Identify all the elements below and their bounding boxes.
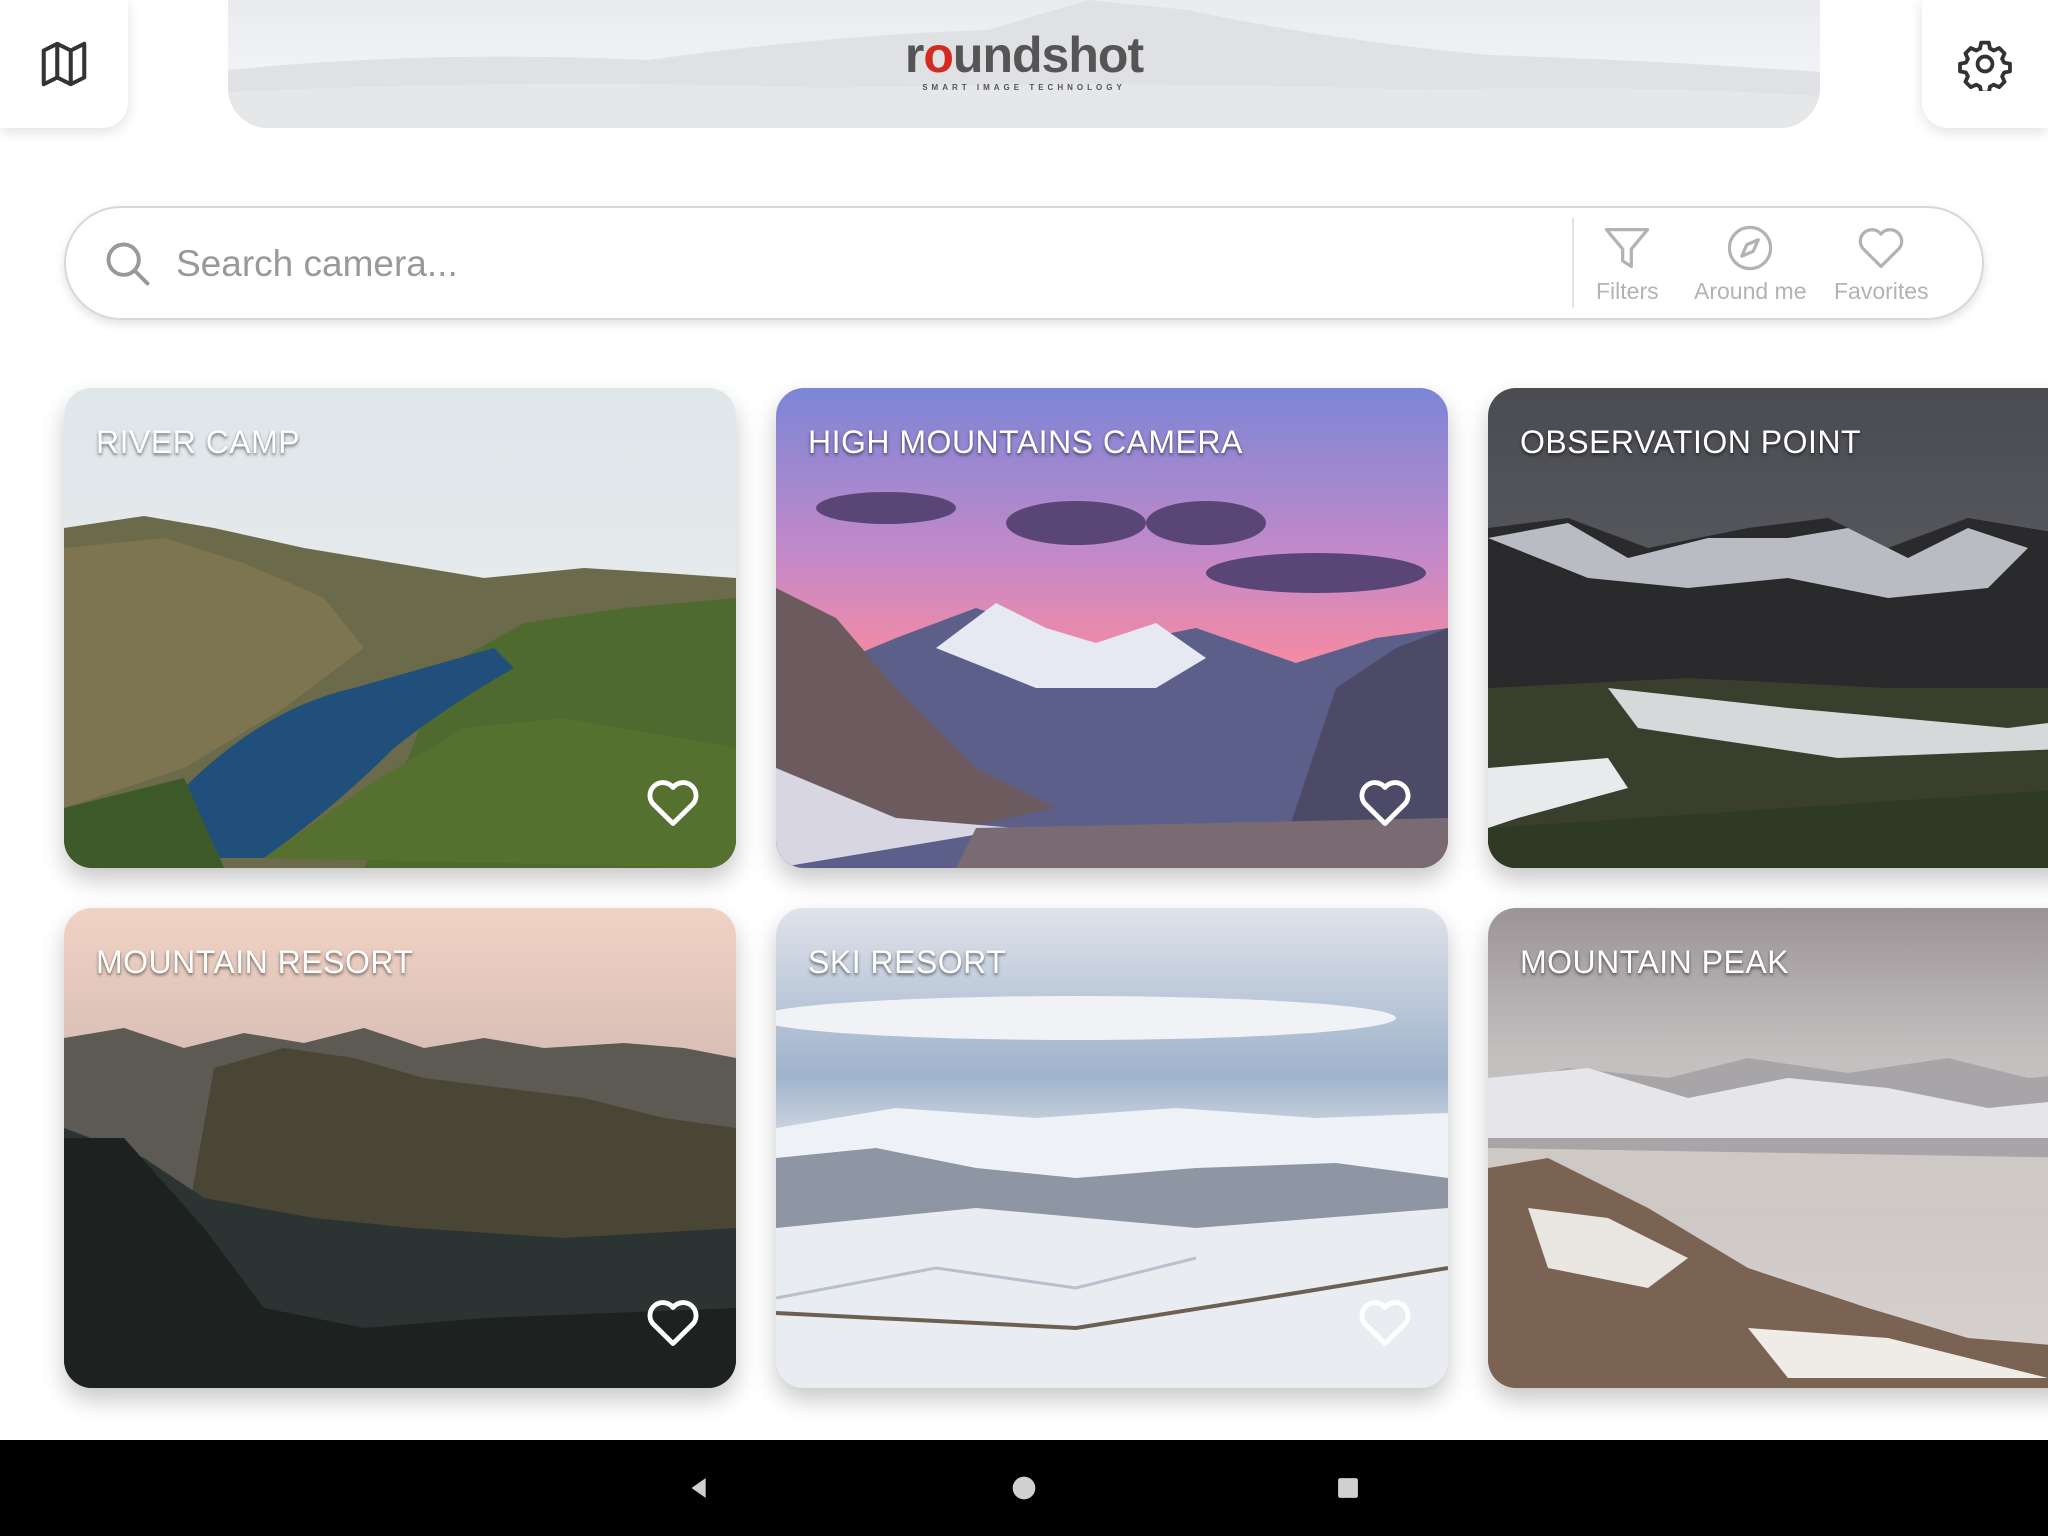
heart-outline-icon [1359, 1300, 1411, 1346]
favorites-label: Favorites [1834, 278, 1929, 304]
system-navigation-bar [0, 1440, 2048, 1536]
camera-card-river-camp[interactable]: RIVER CAMP [64, 388, 736, 868]
camera-title: RIVER CAMP [96, 424, 301, 460]
camera-title: MOUNTAIN RESORT [96, 944, 414, 980]
filters-button[interactable]: Filters [1596, 222, 1659, 305]
home-circle-icon [1012, 1476, 1036, 1500]
camera-card-high-mountains[interactable]: HIGH MOUNTAINS CAMERA [776, 388, 1448, 868]
map-icon [41, 41, 87, 87]
camera-title: OBSERVATION POINT [1520, 424, 1861, 460]
search-divider [1572, 218, 1574, 308]
favorites-button[interactable]: Favorites [1834, 222, 1929, 305]
search-bar: Filters Around me Favorites [64, 206, 1984, 320]
nav-recents-button[interactable] [1300, 1440, 1396, 1536]
search-icon [106, 242, 150, 286]
recents-square-icon [1338, 1478, 1358, 1498]
map-button[interactable] [0, 0, 128, 128]
heart-icon [1859, 228, 1904, 269]
favorite-toggle[interactable] [644, 1294, 702, 1352]
back-triangle-icon [691, 1478, 706, 1498]
around-me-button[interactable]: Around me [1694, 222, 1807, 305]
favorite-toggle[interactable] [644, 774, 702, 832]
header-banner: roundshot SMART IMAGE TECHNOLOGY [228, 0, 1820, 128]
nav-back-button[interactable] [652, 1440, 748, 1536]
gear-icon [1958, 40, 2012, 91]
filter-icon [1605, 227, 1650, 269]
camera-card-observation-point[interactable]: OBSERVATION POINT [1488, 388, 2048, 868]
heart-outline-icon [647, 780, 699, 826]
camera-title: SKI RESORT [808, 944, 1007, 980]
nav-home-button[interactable] [976, 1440, 1072, 1536]
heart-outline-icon [647, 1300, 699, 1346]
filters-label: Filters [1596, 278, 1659, 304]
camera-card-mountain-peak[interactable]: MOUNTAIN PEAK [1488, 908, 2048, 1388]
roundshot-logo: roundshot SMART IMAGE TECHNOLOGY [904, 27, 1144, 92]
search-input[interactable] [176, 234, 1556, 294]
compass-icon [1728, 225, 1773, 271]
settings-button[interactable] [1922, 0, 2048, 128]
camera-card-mountain-resort[interactable]: MOUNTAIN RESORT [64, 908, 736, 1388]
heart-outline-icon [1359, 780, 1411, 826]
favorite-toggle[interactable] [1356, 1294, 1414, 1352]
camera-card-ski-resort[interactable]: SKI RESORT [776, 908, 1448, 1388]
favorite-toggle[interactable] [1356, 774, 1414, 832]
camera-title: HIGH MOUNTAINS CAMERA [808, 424, 1243, 460]
camera-title: MOUNTAIN PEAK [1520, 944, 1790, 980]
around-me-label: Around me [1694, 278, 1807, 304]
